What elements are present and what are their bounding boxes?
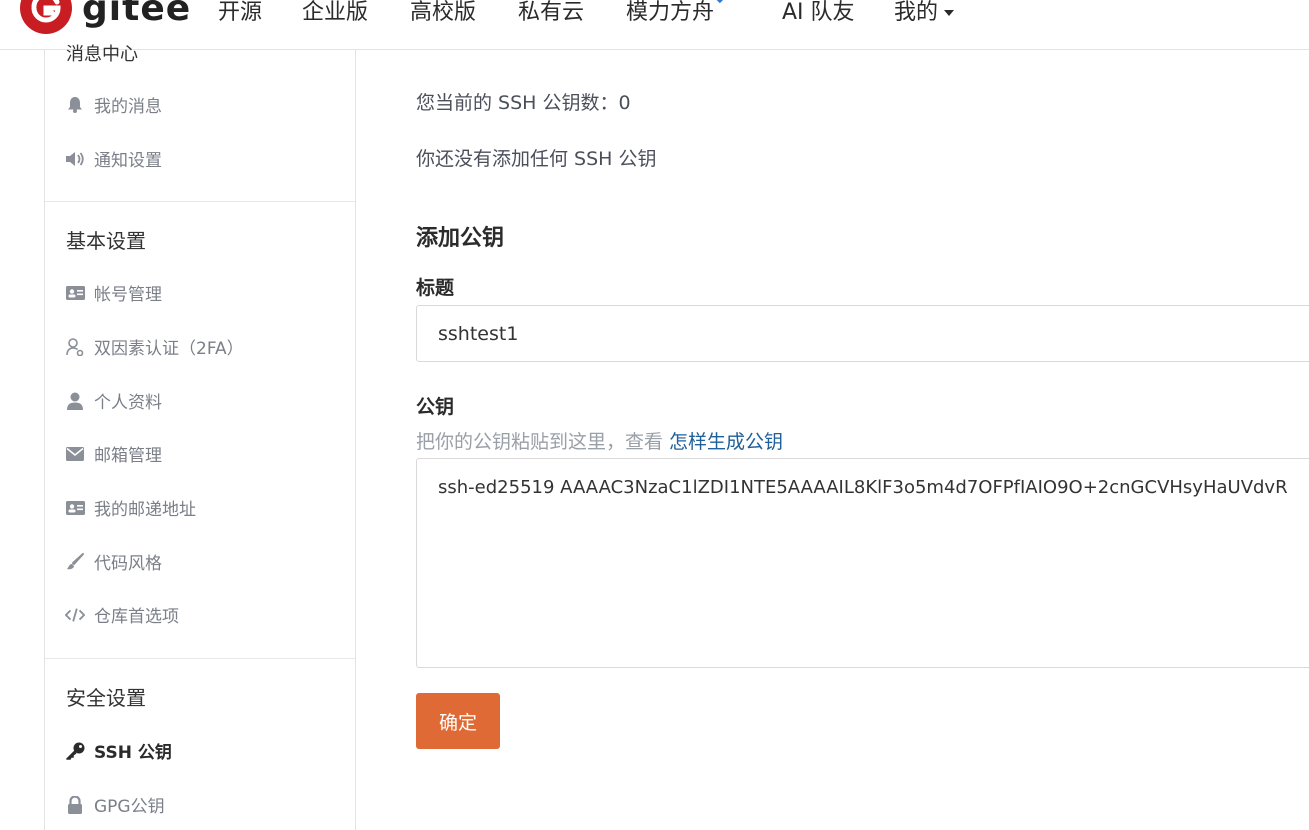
nav-ai-teammate[interactable]: AI 队友 <box>782 0 855 26</box>
brush-icon <box>65 552 85 571</box>
settings-sidebar: 消息中心 我的消息 通知设置 基本设置 帐号管理 双因素认证（2FA） 个人资料 <box>44 44 356 830</box>
sidebar-item-2fa[interactable]: 双因素认证（2FA） <box>65 334 244 359</box>
nav-private-cloud[interactable]: 私有云 <box>518 0 584 26</box>
sidebar-item-label: 我的消息 <box>94 97 162 117</box>
key-title-input[interactable] <box>416 305 1309 362</box>
code-icon <box>65 606 85 624</box>
sidebar-item-label: GPG公钥 <box>94 797 165 817</box>
bell-icon <box>65 96 85 114</box>
nav-open-source[interactable]: 开源 <box>218 0 262 26</box>
key-field-label: 公钥 <box>416 396 455 418</box>
sidebar-item-repo-preferences[interactable]: 仓库首选项 <box>65 602 179 627</box>
nav-education[interactable]: 高校版 <box>410 0 476 26</box>
gitee-logo-icon <box>20 0 72 34</box>
key-hint-text: 把你的公钥粘贴到这里，查看 <box>416 431 670 453</box>
add-key-title: 添加公钥 <box>416 226 505 251</box>
user-outline-icon <box>65 337 85 356</box>
ssh-key-count-label: 您当前的 SSH 公钥数： <box>416 92 619 114</box>
ssh-key-count: 0 <box>618 92 631 114</box>
speaker-icon <box>65 150 85 168</box>
lock-icon <box>65 795 85 814</box>
sidebar-item-label: 仓库首选项 <box>94 607 179 627</box>
sidebar-group-security-settings: 安全设置 <box>66 686 146 710</box>
sidebar-item-gpg-keys[interactable]: GPG公钥 <box>65 792 165 817</box>
sidebar-item-label: 双因素认证（2FA） <box>94 339 244 359</box>
nav-mine[interactable]: 我的 <box>894 0 955 26</box>
envelope-icon <box>65 445 85 463</box>
sidebar-item-postal-address[interactable]: 我的邮递地址 <box>65 495 196 520</box>
public-key-textarea[interactable]: ssh-ed25519 AAAAC3NzaC1lZDI1NTE5AAAAIL8K… <box>416 458 1309 668</box>
no-keys-message: 你还没有添加任何 SSH 公钥 <box>416 148 657 170</box>
sidebar-item-ssh-keys[interactable]: SSH 公钥 <box>65 738 172 763</box>
user-icon <box>65 392 85 410</box>
key-icon <box>65 742 85 760</box>
new-dot-icon: ◆ <box>716 0 724 5</box>
gitee-logo[interactable]: gitee <box>20 0 191 34</box>
sidebar-item-account[interactable]: 帐号管理 <box>65 280 162 305</box>
sidebar-item-label: 个人资料 <box>94 393 162 413</box>
sidebar-item-notification-settings[interactable]: 通知设置 <box>65 146 162 171</box>
sidebar-item-profile[interactable]: 个人资料 <box>65 388 162 413</box>
sidebar-item-label: 帐号管理 <box>94 285 162 305</box>
key-hint: 把你的公钥粘贴到这里，查看 怎样生成公钥 <box>416 427 783 454</box>
sidebar-item-label: 我的邮递地址 <box>94 500 196 520</box>
ssh-key-count-line: 您当前的 SSH 公钥数：0 <box>416 88 631 115</box>
sidebar-item-label: 邮箱管理 <box>94 446 162 466</box>
nav-mine-label: 我的 <box>894 0 939 25</box>
sidebar-item-label: 通知设置 <box>94 151 162 171</box>
sidebar-item-my-messages[interactable]: 我的消息 <box>65 92 162 117</box>
how-to-generate-key-link[interactable]: 怎样生成公钥 <box>669 431 783 453</box>
sidebar-item-label: SSH 公钥 <box>94 743 172 763</box>
sidebar-group-message-center: 消息中心 <box>66 44 138 65</box>
sidebar-item-email[interactable]: 邮箱管理 <box>65 441 162 466</box>
sidebar-item-label: 代码风格 <box>94 554 162 574</box>
nav-moli-fangzhou[interactable]: 模力方舟◆ <box>626 0 724 26</box>
sidebar-divider <box>45 658 355 659</box>
nav-moli-label: 模力方舟 <box>626 0 715 25</box>
title-field-label: 标题 <box>416 277 455 299</box>
logo-text: gitee <box>82 0 192 29</box>
submit-button[interactable]: 确定 <box>416 693 500 749</box>
caret-down-icon <box>944 10 955 16</box>
address-card-icon <box>65 499 85 517</box>
top-navbar: gitee 开源 企业版 高校版 私有云 模力方舟◆ AI 队友 我的 <box>0 0 1309 50</box>
id-card-icon <box>65 284 85 302</box>
sidebar-divider <box>45 201 355 202</box>
sidebar-item-code-style[interactable]: 代码风格 <box>65 549 162 574</box>
nav-enterprise[interactable]: 企业版 <box>302 0 368 26</box>
sidebar-group-basic-settings: 基本设置 <box>66 229 146 253</box>
